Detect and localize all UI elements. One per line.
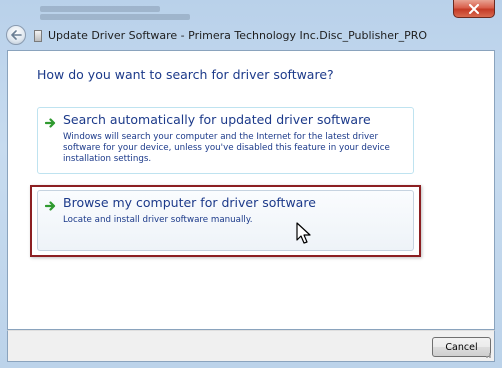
page-heading: How do you want to search for driver sof… xyxy=(37,67,334,82)
green-arrow-icon xyxy=(45,118,56,128)
dialog-window: Update Driver Software - Primera Technol… xyxy=(0,0,502,368)
resize-grip-icon[interactable] xyxy=(482,349,492,359)
close-button[interactable] xyxy=(453,0,495,18)
green-arrow-icon xyxy=(45,201,56,211)
option-title: Search automatically for updated driver … xyxy=(63,112,371,127)
back-arrow-icon xyxy=(11,30,22,40)
browse-computer-option[interactable]: Browse my computer for driver software L… xyxy=(37,190,414,251)
back-button[interactable] xyxy=(6,25,26,45)
window-title: Update Driver Software - Primera Technol… xyxy=(48,29,428,42)
title-bar: Update Driver Software - Primera Technol… xyxy=(0,22,502,50)
device-icon xyxy=(34,30,42,42)
button-bar: Cancel xyxy=(7,330,495,362)
background-window-blur xyxy=(40,4,220,24)
option-description: Windows will search your computer and th… xyxy=(63,132,390,164)
search-automatically-option[interactable]: Search automatically for updated driver … xyxy=(37,107,414,174)
option-title: Browse my computer for driver software xyxy=(63,195,316,210)
wizard-content: How do you want to search for driver sof… xyxy=(7,50,495,330)
option-description: Locate and install driver software manua… xyxy=(63,215,253,225)
close-icon xyxy=(469,3,479,14)
